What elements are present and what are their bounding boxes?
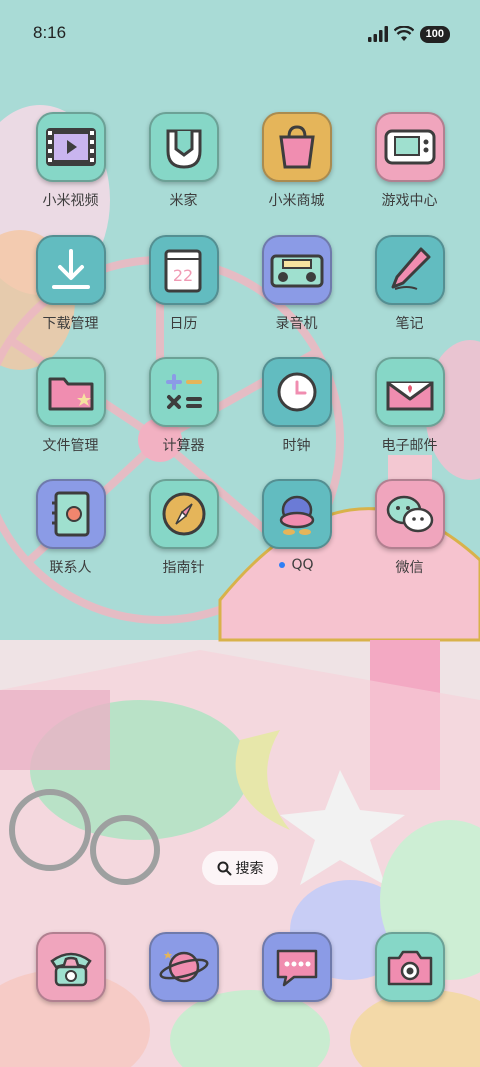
app-email[interactable]: 电子邮件 [353, 357, 466, 455]
search-label: 搜索 [235, 861, 264, 877]
signal-icon [367, 26, 388, 42]
clock-icon [277, 372, 316, 412]
radio-icon [270, 254, 323, 288]
app-label: 日历 [169, 316, 198, 332]
calendar-day: 22 [172, 266, 192, 285]
app-icon[interactable] [148, 357, 219, 427]
app-label: 计算器 [162, 438, 205, 454]
qq-penguin-icon [279, 495, 314, 535]
app-label: 游戏中心 [381, 193, 438, 209]
app-file-manager[interactable]: 文件管理 [14, 357, 127, 455]
app-clock[interactable]: 时钟 [240, 357, 353, 455]
app-label: 电子邮件 [381, 438, 438, 454]
app-icon[interactable] [148, 112, 219, 182]
status-bar: 8:16 100 [0, 0, 480, 66]
app-calculator[interactable]: 计算器 [127, 357, 240, 455]
camera-icon [387, 950, 433, 986]
app-icon[interactable] [374, 357, 445, 427]
app-icon[interactable] [261, 235, 332, 305]
app-xiaomi-mall[interactable]: 小米商城 [240, 112, 353, 210]
contacts-book-icon [51, 491, 89, 537]
app-icon[interactable] [375, 932, 445, 1002]
dock-messages[interactable] [262, 932, 332, 1002]
app-label-text: QQ [291, 557, 314, 573]
search-button[interactable]: 搜索 [202, 851, 278, 885]
app-wechat[interactable]: 微信 [353, 479, 466, 577]
app-icon[interactable] [261, 357, 332, 427]
app-label: 下载管理 [42, 316, 99, 332]
app-qq[interactable]: QQ [240, 479, 353, 573]
app-icon[interactable]: 22 [148, 235, 219, 305]
app-icon[interactable] [262, 932, 332, 1002]
status-time: 8:16 [33, 23, 67, 42]
browser-planet-icon [159, 951, 209, 983]
app-game-center[interactable]: 游戏中心 [353, 112, 466, 210]
phone-icon [50, 952, 92, 987]
folder-icon [48, 377, 93, 411]
app-icon[interactable] [35, 479, 106, 549]
app-xiaomi-video[interactable]: 小米视频 [14, 112, 127, 210]
video-icon [45, 128, 96, 166]
dock-phone[interactable] [36, 932, 106, 1002]
app-icon[interactable] [148, 479, 219, 549]
mail-icon [386, 381, 433, 411]
wifi-icon [393, 26, 414, 41]
app-icon[interactable] [374, 112, 445, 182]
compass-icon [162, 492, 205, 536]
app-icon[interactable] [374, 479, 445, 549]
new-app-dot [279, 562, 286, 568]
app-label: 录音机 [275, 316, 318, 332]
app-calendar[interactable]: 22 日历 [127, 235, 240, 333]
app-label: 文件管理 [42, 438, 99, 454]
app-label: 笔记 [395, 316, 424, 332]
app-icon[interactable] [261, 479, 332, 549]
app-label: 微信 [395, 560, 424, 576]
app-icon[interactable] [374, 235, 445, 305]
app-label: 联系人 [49, 560, 92, 576]
app-compass[interactable]: 指南针 [127, 479, 240, 577]
wechat-icon [386, 495, 433, 533]
dock-camera[interactable] [375, 932, 445, 1002]
app-icon[interactable] [36, 932, 106, 1002]
dock-browser[interactable] [149, 932, 219, 1002]
app-icon[interactable] [35, 112, 106, 182]
app-mijia[interactable]: 米家 [127, 112, 240, 210]
app-icon[interactable] [149, 932, 219, 1002]
download-icon [51, 249, 90, 289]
app-label: 时钟 [282, 438, 311, 454]
app-label: QQ [240, 557, 353, 573]
app-icon[interactable] [35, 235, 106, 305]
calendar-icon: 22 [164, 249, 201, 293]
app-download-manager[interactable]: 下载管理 [14, 235, 127, 333]
app-label: 米家 [169, 193, 198, 209]
app-label: 小米商城 [268, 193, 325, 209]
calculator-icon [165, 374, 202, 409]
messages-icon [276, 949, 318, 987]
app-label: 小米视频 [42, 193, 99, 209]
mijia-icon [166, 129, 201, 169]
app-recorder[interactable]: 录音机 [240, 235, 353, 333]
battery-icon: 100 [419, 25, 450, 43]
app-icon[interactable] [261, 112, 332, 182]
app-icon[interactable] [35, 357, 106, 427]
search-icon [217, 861, 231, 875]
game-console-icon [384, 129, 435, 165]
shopping-bag-icon [278, 125, 315, 169]
pencil-icon [391, 247, 430, 290]
app-label: 指南针 [162, 560, 205, 576]
status-icons: 100 [367, 24, 450, 44]
app-contacts[interactable]: 联系人 [14, 479, 127, 577]
app-grid: 小米视频 米家 小米商城 游戏中心 下载管理 22 日历 录音机 笔记 文件管理… [0, 0, 480, 1067]
app-notes[interactable]: 笔记 [353, 235, 466, 333]
